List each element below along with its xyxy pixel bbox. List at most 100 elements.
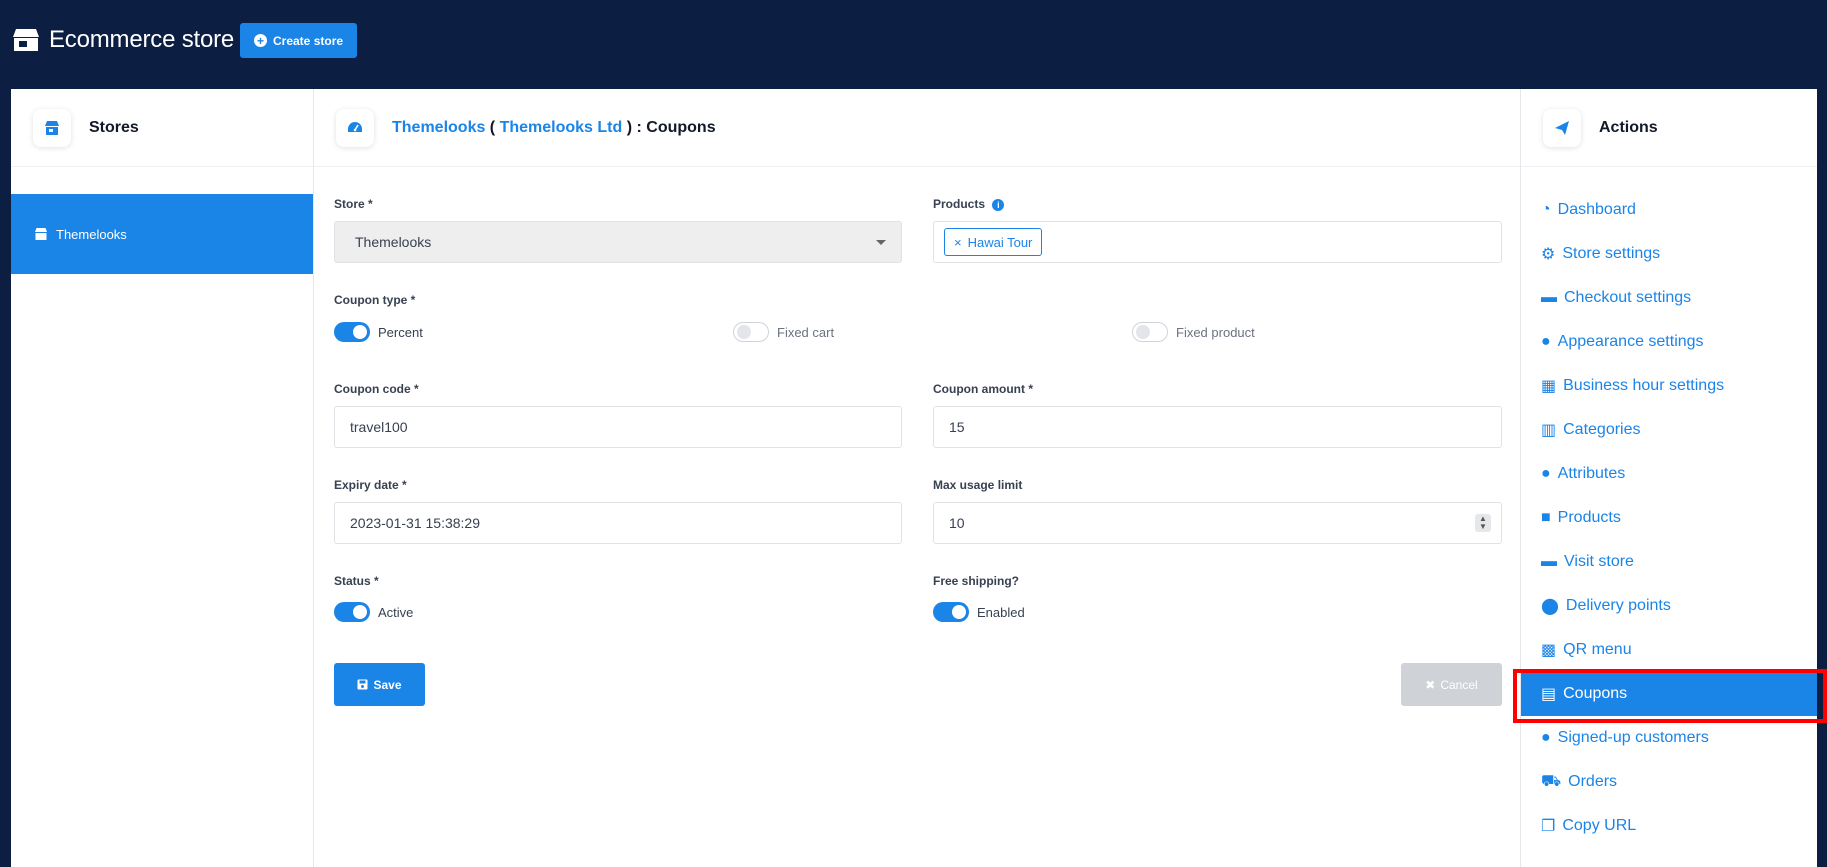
action-label: Attributes [1557, 465, 1626, 482]
action-label: Business hour settings [1563, 377, 1725, 394]
remove-chip-icon[interactable]: × [954, 235, 962, 250]
boxes-icon: ■ [1541, 509, 1551, 526]
max-usage-value: 10 [949, 515, 965, 531]
page-title: : Coupons [632, 118, 716, 136]
action-appearance-settings[interactable]: ● Appearance settings [1521, 320, 1817, 364]
expiry-date-input[interactable]: 2023-01-31 15:38:29 [334, 502, 902, 544]
stores-panel: Stores Themelooks [11, 89, 314, 867]
status-toggle-row[interactable]: Active [334, 602, 413, 622]
dashboard-icon [336, 108, 374, 147]
action-checkout-settings[interactable]: ▬ Checkout settings [1521, 276, 1817, 320]
action-label: Categories [1563, 421, 1641, 438]
breadcrumb-store-link[interactable]: Themelooks [392, 119, 485, 137]
coupon-icon: ▤ [1541, 686, 1557, 703]
credit-card-icon: ▬ [1541, 289, 1557, 306]
action-label: QR menu [1563, 641, 1632, 658]
create-store-button[interactable]: + Create store [240, 23, 358, 58]
breadcrumb: Themelooks ( Themelooks Ltd ) : Coupons [392, 119, 716, 137]
create-store-label: Create store [273, 33, 344, 48]
save-button[interactable]: Save [334, 663, 425, 706]
action-coupons[interactable]: ▤ Coupons [1521, 672, 1817, 716]
percent-toggle[interactable] [334, 322, 370, 342]
action-label: Checkout settings [1564, 289, 1692, 306]
store-label: Store * [334, 197, 373, 211]
action-delivery-points[interactable]: ⬤ Delivery points [1521, 584, 1817, 628]
products-multiselect[interactable]: × Hawai Tour [933, 221, 1502, 263]
action-orders[interactable]: ⛟ Orders [1521, 760, 1817, 804]
action-label: Signed-up customers [1557, 729, 1709, 746]
caret-down-icon [876, 240, 886, 245]
action-label: Visit store [1564, 553, 1634, 570]
number-spinner-icon[interactable]: ▲ ▼ [1475, 514, 1491, 532]
store-select[interactable]: Themelooks [334, 221, 902, 263]
cart-icon: ⛟ [1541, 773, 1562, 790]
product-chip[interactable]: × Hawai Tour [944, 228, 1043, 256]
fixed-cart-toggle[interactable] [733, 322, 769, 342]
coupon-type-fixed-product[interactable]: Fixed product [1132, 322, 1255, 342]
store-icon [35, 228, 47, 240]
max-usage-input[interactable]: 10 ▲ ▼ [933, 502, 1502, 544]
coupon-type-percent[interactable]: Percent [334, 322, 423, 342]
action-label: Orders [1568, 773, 1618, 790]
action-label: Products [1557, 509, 1621, 526]
action-label: Coupons [1563, 685, 1628, 702]
breadcrumb-company-link[interactable]: Themelooks Ltd [500, 119, 623, 137]
brand[interactable]: Ecommerce store [11, 26, 234, 54]
max-usage-label: Max usage limit [933, 478, 1023, 492]
products-label-wrap: Products i [933, 197, 1005, 211]
stores-panel-header: Stores [11, 89, 313, 167]
palette-icon: ● [1541, 333, 1551, 350]
action-qr-menu[interactable]: ▩ QR menu [1521, 628, 1817, 672]
free-shipping-toggle[interactable] [933, 602, 969, 622]
free-shipping-toggle-label: Enabled [977, 604, 1025, 620]
product-chip-label: Hawai Tour [967, 234, 1033, 250]
status-toggle[interactable] [334, 602, 370, 622]
action-label: Store settings [1562, 245, 1661, 262]
coupon-type-label: Coupon type * [334, 293, 416, 307]
coupon-code-input[interactable]: travel100 [334, 406, 902, 448]
qrcode-icon: ▩ [1541, 642, 1557, 659]
map-marker-icon: ⬤ [1541, 598, 1559, 615]
free-shipping-toggle-row[interactable]: Enabled [933, 602, 1025, 622]
action-label: Delivery points [1565, 597, 1671, 614]
actions-nav: ◔ Dashboard ⚙ Store settings ▬ Checkout set… [1521, 188, 1817, 848]
expiry-date-label: Expiry date * [334, 478, 407, 492]
action-attributes[interactable]: ● Attributes [1521, 452, 1817, 496]
store-select-value: Themelooks [355, 234, 432, 250]
copy-icon: ❐ [1541, 818, 1556, 835]
info-icon: i [992, 198, 1005, 211]
paper-plane-icon [1543, 108, 1581, 147]
fixed-product-label: Fixed product [1176, 324, 1255, 340]
action-label: Dashboard [1557, 201, 1636, 218]
credit-card-icon: ▬ [1541, 553, 1557, 570]
action-business-hour-settings[interactable]: ▦ Business hour settings [1521, 364, 1817, 408]
percent-label: Percent [378, 324, 423, 340]
coupon-code-value: travel100 [350, 419, 408, 435]
main-panel: Themelooks ( Themelooks Ltd ) : Coupons … [314, 89, 1521, 867]
coupon-amount-value: 15 [949, 419, 965, 435]
action-store-settings[interactable]: ⚙ Store settings [1521, 232, 1817, 276]
action-products[interactable]: ■ Products [1521, 496, 1817, 540]
close-icon: ✖ [1425, 677, 1436, 692]
breadcrumb-open-paren: ( [485, 118, 500, 136]
plus-circle-icon: + [254, 34, 267, 47]
action-dashboard[interactable]: ◔ Dashboard [1521, 188, 1817, 232]
actions-panel-header: Actions [1521, 89, 1817, 167]
cancel-button[interactable]: ✖ Cancel [1401, 663, 1502, 706]
save-icon [357, 679, 368, 690]
status-label: Status * [334, 574, 379, 588]
cancel-button-label: Cancel [1440, 677, 1478, 692]
action-categories[interactable]: ▥ Categories [1521, 408, 1817, 452]
action-signed-up-customers[interactable]: ● Signed-up customers [1521, 716, 1817, 760]
palette-icon: ● [1541, 465, 1551, 482]
action-copy-url[interactable]: ❐ Copy URL [1521, 804, 1817, 848]
store-item-label: Themelooks [56, 226, 127, 242]
coupon-type-fixed-cart[interactable]: Fixed cart [733, 322, 834, 342]
action-visit-store[interactable]: ▬ Visit store [1521, 540, 1817, 584]
dashboard-icon: ◔ [1541, 201, 1551, 218]
store-list-item[interactable]: Themelooks [11, 194, 313, 274]
coupon-amount-input[interactable]: 15 [933, 406, 1502, 448]
expiry-date-value: 2023-01-31 15:38:29 [350, 515, 480, 531]
action-label: Copy URL [1562, 817, 1637, 834]
fixed-product-toggle[interactable] [1132, 322, 1168, 342]
